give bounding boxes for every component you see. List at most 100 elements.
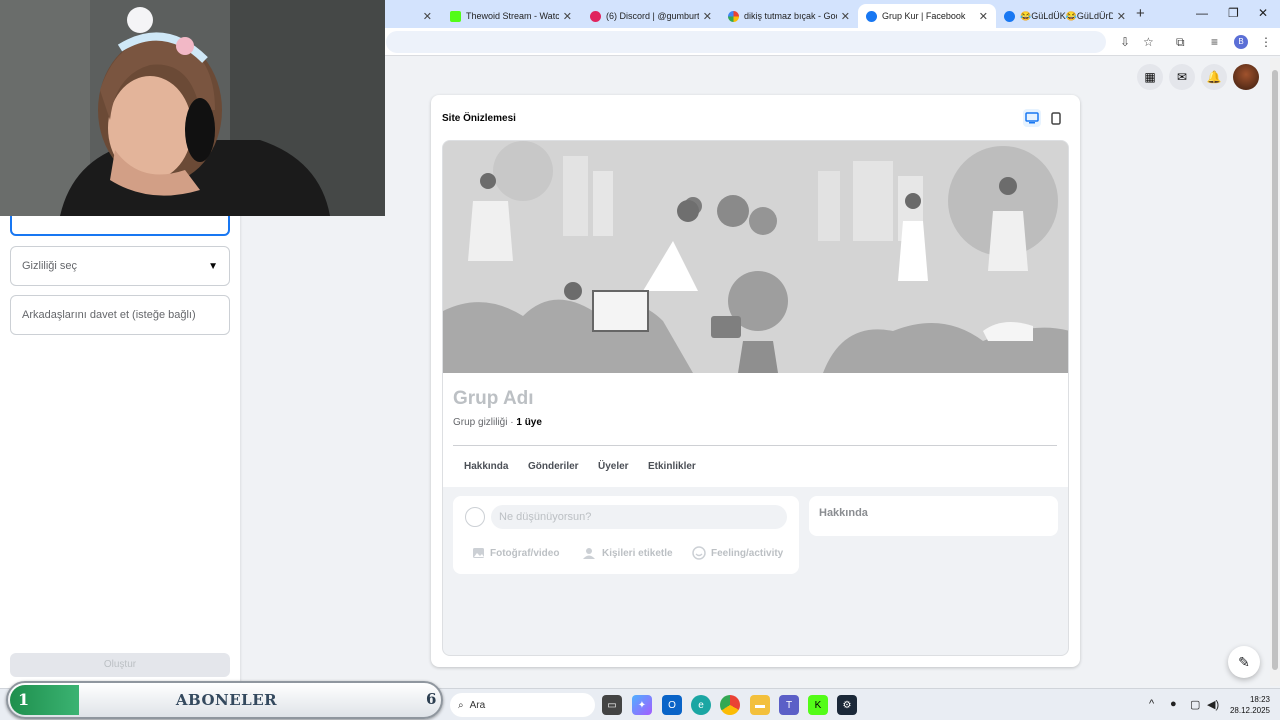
taskbar-search[interactable]: ⌕ Ara — [450, 693, 595, 717]
messenger-icon[interactable]: ✉ — [1169, 64, 1195, 90]
page-scrollbar[interactable] — [1270, 58, 1280, 686]
site-preview-card: Site Önizlemesi Grup Adı Grup gizliliği … — [431, 95, 1080, 667]
task-view-icon[interactable]: ▭ — [602, 695, 622, 715]
privacy-select-label: Gizliliği seç — [22, 260, 78, 272]
menu-grid-icon[interactable]: ▦ — [1137, 64, 1163, 90]
about-card: Hakkında — [809, 496, 1058, 536]
url-field[interactable] — [386, 31, 1106, 53]
group-privacy-text: Grup gizliliği · — [453, 417, 517, 428]
privacy-select[interactable]: Gizliliği seç ▼ — [10, 246, 230, 286]
user-avatar-icon — [465, 507, 485, 527]
notifications-bell-icon[interactable]: 🔔 — [1201, 64, 1227, 90]
tab-members[interactable]: Üyeler — [598, 461, 629, 472]
microphone-icon[interactable]: ● — [1170, 698, 1177, 710]
clock-date: 28.12.2025 — [1229, 706, 1270, 715]
close-tab-icon[interactable]: ✕ — [979, 10, 988, 23]
tab-posts[interactable]: Gönderiler — [528, 461, 579, 472]
search-placeholder: Ara — [469, 699, 486, 711]
tab-events[interactable]: Etkinlikler — [648, 461, 696, 472]
group-name: Grup Adı — [453, 388, 534, 409]
invite-friends-field[interactable]: Arkadaşlarını davet et (isteğe bağlı) — [10, 295, 230, 335]
teams-icon[interactable]: T — [779, 695, 799, 715]
new-tab-icon[interactable]: + — [1136, 5, 1145, 22]
tab-title: Grup Kur | Facebook — [882, 11, 966, 21]
feeling-action[interactable]: Feeling/activity — [692, 546, 783, 560]
mobile-view-icon[interactable] — [1047, 109, 1065, 127]
search-icon: ⌕ — [458, 699, 464, 711]
steam-icon[interactable]: ⚙ — [837, 695, 857, 715]
cover-illustration — [443, 141, 1068, 373]
tab-facebook[interactable]: 😂GüLdÜK😂GüLdÜrDü ✕ — [996, 4, 1134, 28]
composer-input[interactable]: Ne düşünüyorsun? — [491, 505, 787, 529]
action-label: Fotoğraf/video — [490, 547, 560, 559]
subscriber-goal-overlay: 1 ABONELER 6 — [6, 681, 443, 719]
tag-people-icon — [583, 546, 597, 560]
tab-kick[interactable]: Thewoid Stream - Watch ✕ — [442, 4, 580, 28]
tab-title: (6) Discord | @gumburtu — [606, 11, 699, 21]
close-tab-icon[interactable]: ✕ — [841, 10, 850, 23]
tray-chevron-icon[interactable]: ^ — [1149, 698, 1154, 710]
member-count: 1 üye — [516, 417, 542, 428]
account-avatar[interactable] — [1233, 64, 1259, 90]
google-icon — [728, 10, 739, 22]
close-tab-icon[interactable]: ✕ — [563, 10, 572, 23]
minimize-icon[interactable]: — — [1196, 6, 1208, 20]
tab-discord[interactable]: (6) Discord | @gumburtu ✕ — [582, 4, 720, 28]
kick-icon — [450, 10, 461, 22]
tab-title: Thewoid Stream - Watch — [466, 11, 559, 21]
copilot-icon[interactable]: ✦ — [632, 695, 652, 715]
network-icon[interactable]: ▢ — [1190, 698, 1200, 711]
restore-icon[interactable]: ❐ — [1228, 6, 1239, 20]
kick-app-icon[interactable]: K — [808, 695, 828, 715]
group-meta: Grup gizliliği · 1 üye — [453, 417, 542, 428]
tab-partial[interactable]: ✕ — [388, 4, 440, 28]
invite-placeholder: Arkadaşlarını davet et (isteğe bağlı) — [22, 309, 196, 321]
tag-people-action[interactable]: Kişileri etiketle — [583, 546, 673, 560]
install-icon[interactable]: ⇩ — [1120, 35, 1130, 49]
action-label: Kişileri etiketle — [602, 547, 673, 559]
kebab-menu-icon[interactable]: ⋮ — [1260, 35, 1272, 49]
bookmark-star-icon[interactable]: ☆ — [1143, 35, 1154, 49]
action-label: Feeling/activity — [711, 547, 784, 559]
volume-icon[interactable]: ◀) — [1207, 698, 1219, 711]
file-explorer-icon[interactable]: ▬ — [750, 695, 770, 715]
subscriber-label: ABONELER — [175, 691, 278, 709]
dropdown-caret-icon: ▼ — [208, 260, 218, 272]
tab-about[interactable]: Hakkında — [464, 461, 508, 472]
photo-icon — [471, 546, 485, 560]
chrome-icon[interactable] — [720, 695, 740, 715]
clock-time: 18:23 — [1249, 695, 1270, 704]
tab-facebook-active[interactable]: Grup Kur | Facebook ✕ — [858, 4, 996, 28]
facebook-icon — [866, 10, 877, 22]
extensions-icon[interactable]: ⧉ — [1176, 35, 1185, 50]
desktop-view-icon[interactable] — [1023, 109, 1041, 127]
tab-title: 😂GüLdÜK😂GüLdÜrDü — [1020, 10, 1113, 21]
group-page-preview: Grup Adı Grup gizliliği · 1 üye Hakkında… — [442, 140, 1069, 656]
create-button[interactable]: Oluştur — [10, 653, 230, 677]
divider — [453, 445, 1057, 446]
post-composer: Ne düşünüyorsun? Fotoğraf/video Kişileri… — [453, 496, 799, 574]
group-header: Grup Adı Grup gizliliği · 1 üye Hakkında… — [443, 373, 1068, 487]
close-window-icon[interactable]: ✕ — [1258, 6, 1268, 20]
about-title: Hakkında — [819, 507, 868, 519]
taskbar-clock[interactable]: 18:23 28.12.2025 — [1226, 694, 1270, 716]
media-control-icon[interactable]: ≡ — [1211, 35, 1218, 49]
close-tab-icon[interactable]: ✕ — [423, 10, 432, 23]
compose-message-icon[interactable]: ✎ — [1228, 646, 1260, 678]
discord-icon — [590, 10, 601, 22]
scrollbar-thumb[interactable] — [1272, 70, 1278, 670]
tab-google[interactable]: dikiş tutmaz bıçak - Goog ✕ — [720, 4, 858, 28]
webcam-overlay — [0, 0, 385, 216]
profile-avatar[interactable]: B — [1234, 35, 1248, 49]
close-tab-icon[interactable]: ✕ — [1117, 10, 1126, 23]
outlook-icon[interactable]: O — [662, 695, 682, 715]
streamer-webcam-image — [0, 0, 385, 216]
preview-title: Site Önizlemesi — [442, 113, 516, 124]
facebook-icon — [1004, 10, 1015, 22]
smiley-icon — [692, 546, 706, 560]
edge-icon[interactable]: e — [691, 695, 711, 715]
photo-video-action[interactable]: Fotoğraf/video — [471, 546, 559, 560]
close-tab-icon[interactable]: ✕ — [703, 10, 712, 23]
subscriber-goal-count: 6 — [426, 690, 437, 708]
tab-title: dikiş tutmaz bıçak - Goog — [744, 11, 837, 21]
